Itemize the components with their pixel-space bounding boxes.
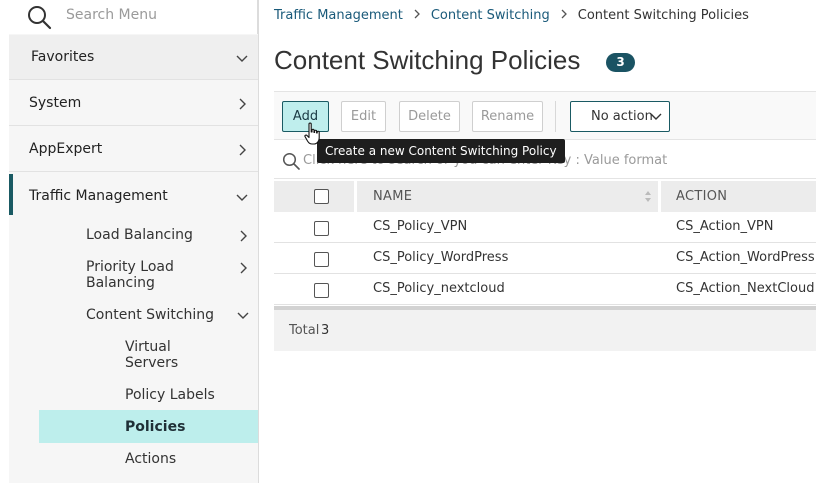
sidebar-item-label: Traffic Management: [29, 188, 168, 204]
sidebar-item-system[interactable]: System: [9, 81, 258, 126]
sidebar-item-actions[interactable]: Actions: [125, 451, 176, 467]
policy-action: CS_Action_VPN: [676, 219, 774, 234]
sidebar-item-priority-load-balancing[interactable]: Priority Load Balancing: [86, 259, 216, 291]
table-row[interactable]: CS_Policy_VPN CS_Action_VPN: [274, 212, 816, 243]
header-select-cell: [274, 181, 354, 212]
add-tooltip: Create a new Content Switching Policy: [317, 139, 565, 163]
sort-icon: [645, 191, 651, 202]
delete-button[interactable]: Delete: [399, 101, 460, 132]
column-header-name[interactable]: NAME: [357, 181, 658, 212]
page-title: Content Switching Policies: [274, 45, 581, 75]
hand-pointer-icon: [304, 122, 320, 145]
sidebar-item-favorites[interactable]: Favorites: [9, 35, 258, 80]
policy-name[interactable]: CS_Policy_WordPress: [373, 250, 508, 265]
chevron-right-icon: [239, 98, 246, 110]
search-menu[interactable]: Search Menu: [0, 0, 258, 34]
row-checkbox[interactable]: [314, 283, 329, 298]
table-row[interactable]: CS_Policy_nextcloud CS_Action_NextCloud: [274, 274, 816, 305]
table-header: NAME ACTION: [274, 181, 816, 212]
rename-button[interactable]: Rename: [472, 101, 543, 132]
sidebar-item-content-switching[interactable]: Content Switching: [86, 307, 214, 323]
chevron-right-icon: [414, 9, 420, 19]
policy-action: CS_Action_NextCloud: [676, 281, 815, 296]
sidebar-item-label: Policy Labels: [125, 387, 215, 403]
toolbar: Add Edit Delete Rename No action: [274, 91, 816, 140]
sidebar-item-policies[interactable]: Policies: [125, 419, 185, 435]
breadcrumb-link-traffic-management[interactable]: Traffic Management: [274, 8, 403, 23]
sidebar-item-label: Policies: [125, 419, 186, 435]
sidebar-item-virtual-servers[interactable]: Virtual Servers: [125, 339, 215, 371]
search-icon: [282, 152, 300, 170]
count-badge: 3: [606, 53, 635, 72]
sidebar-item-appexpert[interactable]: AppExpert: [9, 127, 258, 172]
sidebar-item-label: Load Balancing: [86, 227, 193, 243]
chevron-down-icon: [650, 113, 662, 120]
column-header-label: NAME: [373, 189, 413, 204]
breadcrumb-current: Content Switching Policies: [577, 8, 749, 23]
sidebar-item-label: Content Switching: [86, 307, 215, 323]
sidebar: Search Menu Favorites System AppExpert T…: [0, 0, 259, 483]
chevron-right-icon: [239, 144, 246, 156]
row-checkbox[interactable]: [314, 252, 329, 267]
row-checkbox[interactable]: [314, 221, 329, 236]
sidebar-item-label: Virtual Servers: [125, 339, 179, 371]
breadcrumb-link-content-switching[interactable]: Content Switching: [431, 8, 550, 23]
search-icon: [28, 6, 52, 30]
sidebar-item-label: System: [29, 95, 82, 111]
toolbar-divider: [555, 101, 556, 132]
total-value: 3: [321, 323, 330, 338]
action-select-value: No action: [591, 109, 653, 124]
table-footer: Total 3: [274, 310, 816, 351]
select-all-checkbox[interactable]: [314, 189, 329, 204]
chevron-right-icon: [561, 9, 567, 19]
sidebar-item-label: AppExpert: [29, 141, 103, 157]
sidebar-item-label: Favorites: [31, 49, 95, 65]
sidebar-item-label: Actions: [125, 451, 177, 467]
sidebar-item-policy-labels[interactable]: Policy Labels: [125, 387, 215, 403]
search-menu-placeholder: Search Menu: [66, 7, 157, 23]
chevron-right-icon[interactable]: [237, 230, 249, 242]
active-section-indicator: [9, 174, 13, 215]
breadcrumb: Traffic Management Content Switching Conte…: [274, 8, 749, 23]
table-row[interactable]: CS_Policy_WordPress CS_Action_WordPress: [274, 243, 816, 274]
edit-button[interactable]: Edit: [341, 101, 386, 132]
action-select[interactable]: No action: [570, 101, 670, 132]
policy-name[interactable]: CS_Policy_nextcloud: [373, 281, 505, 296]
chevron-down-icon: [236, 194, 248, 201]
chevron-down-icon: [236, 55, 248, 62]
chevron-right-icon[interactable]: [237, 262, 249, 274]
policy-name[interactable]: CS_Policy_VPN: [373, 219, 467, 234]
sidebar-item-label: Priority Load Balancing: [86, 259, 174, 291]
total-label: Total: [289, 323, 320, 338]
sidebar-item-load-balancing[interactable]: Load Balancing: [86, 227, 193, 243]
sidebar-rail: [0, 34, 9, 483]
column-header-action[interactable]: ACTION: [661, 181, 816, 212]
sidebar-item-traffic-management[interactable]: Traffic Management: [9, 174, 258, 215]
policy-action: CS_Action_WordPress: [676, 250, 815, 265]
column-header-label: ACTION: [676, 189, 728, 204]
chevron-down-icon[interactable]: [237, 309, 249, 321]
